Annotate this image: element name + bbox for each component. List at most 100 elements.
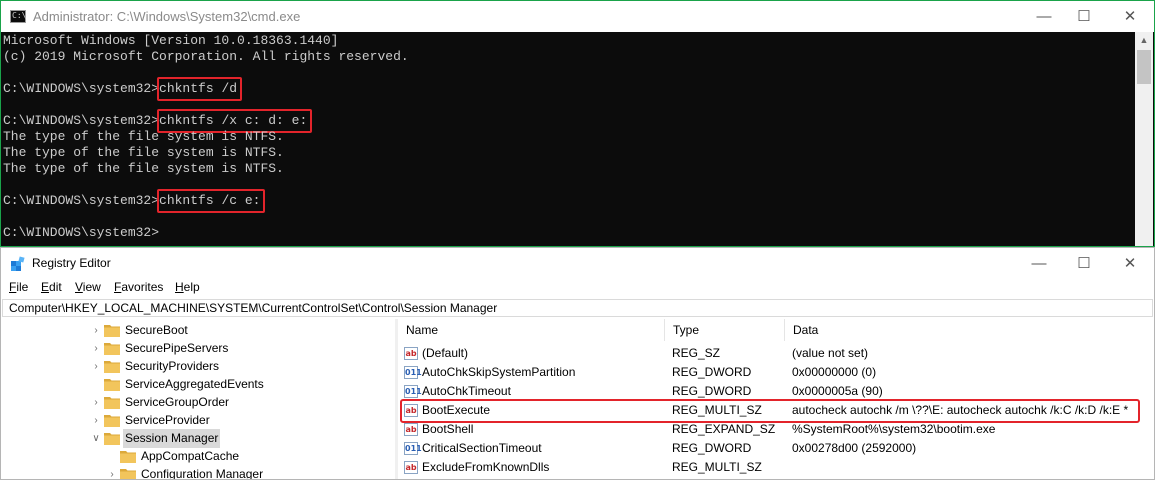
folder-icon — [104, 343, 120, 355]
scroll-up-icon[interactable]: ▲ — [1135, 32, 1153, 49]
value-data: 0x00000000 (0) — [792, 365, 877, 379]
string-value-icon: ab — [404, 404, 418, 417]
menu-help[interactable]: Help — [175, 280, 200, 294]
value-row[interactable]: ab BootShell REG_EXPAND_SZ %SystemRoot%\sys… — [398, 420, 1154, 439]
list-header: Name Type Data — [398, 319, 1154, 341]
tree-item-label: ServiceGroupOrder — [125, 395, 230, 409]
console-line: C:\WINDOWS\system32> — [3, 225, 159, 241]
folder-icon — [120, 469, 136, 479]
value-type: REG_DWORD — [672, 441, 752, 455]
value-name: BootExecute — [422, 403, 491, 417]
value-name: BootShell — [422, 422, 474, 436]
value-name: AutoChkSkipSystemPartition — [422, 365, 576, 379]
tree-item-label: ServiceAggregatedEvents — [125, 377, 264, 391]
value-row[interactable]: 011 CriticalSectionTimeout REG_DWORD 0x0027… — [398, 439, 1154, 458]
folder-icon — [120, 451, 136, 463]
menu-bar: File Edit View Favorites Help — [1, 279, 1154, 297]
value-name: CriticalSectionTimeout — [422, 441, 542, 455]
cmd-app-icon: C:\ — [10, 10, 26, 23]
chevron-right-icon[interactable]: › — [90, 339, 102, 358]
value-type: REG_MULTI_SZ — [672, 403, 762, 417]
tree-item-label: SecurePipeServers — [125, 341, 229, 355]
tree-item-label: Configuration Manager — [141, 467, 264, 479]
chevron-down-icon[interactable]: ∨ — [90, 429, 102, 448]
string-value-icon: ab — [404, 347, 418, 360]
value-name: (Default) — [422, 346, 469, 360]
console-command: chkntfs /c e: — [159, 193, 261, 208]
binary-value-icon: 011 — [404, 442, 422, 455]
chevron-right-icon[interactable]: › — [106, 465, 118, 479]
console-line: C:\WINDOWS\system32>chkntfs /d — [3, 81, 237, 97]
string-value-icon: ab — [404, 461, 418, 474]
binary-value-icon: 011 — [404, 366, 422, 379]
chevron-right-icon[interactable]: › — [90, 393, 102, 412]
console-line: The type of the file system is NTFS. — [3, 129, 284, 144]
value-data: 0x00278d00 (2592000) — [792, 441, 917, 455]
registry-editor-window: Registry Editor — ☐ ✕ File Edit View Fav… — [0, 247, 1155, 480]
console-line: The type of the file system is NTFS. — [3, 161, 284, 176]
menu-edit[interactable]: Edit — [41, 280, 62, 294]
binary-value-icon: 011 — [404, 385, 422, 398]
chevron-right-icon[interactable]: › — [90, 357, 102, 376]
regedit-app-icon — [11, 256, 25, 271]
cmd-window-title: Administrator: C:\Windows\System32\cmd.e… — [33, 9, 301, 24]
menu-view[interactable]: View — [75, 280, 101, 294]
value-type: REG_EXPAND_SZ — [672, 422, 776, 436]
menu-file[interactable]: File — [9, 280, 28, 294]
folder-icon — [104, 325, 120, 337]
console-prompt: C:\WINDOWS\system32> — [3, 81, 160, 96]
menu-favorites[interactable]: Favorites — [114, 280, 163, 294]
column-header-name[interactable]: Name — [398, 319, 665, 341]
minimize-icon[interactable]: — — [1016, 248, 1062, 279]
column-header-data[interactable]: Data — [785, 319, 1154, 341]
regedit-title-bar[interactable]: Registry Editor — ☐ ✕ — [1, 248, 1154, 278]
column-header-type[interactable]: Type — [665, 319, 785, 341]
string-value-icon: ab — [404, 423, 418, 436]
regedit-window-title: Registry Editor — [32, 256, 111, 270]
console-line: The type of the file system is NTFS. — [3, 145, 284, 160]
tree-item-label: SecureBoot — [125, 323, 188, 337]
close-icon[interactable]: ✕ — [1107, 248, 1153, 279]
folder-icon — [104, 361, 120, 373]
chevron-right-icon[interactable]: › — [90, 321, 102, 340]
maximize-icon[interactable]: ☐ — [1061, 1, 1107, 32]
value-row[interactable]: ab ExcludeFromKnownDlls REG_MULTI_SZ — [398, 458, 1154, 477]
close-icon[interactable]: ✕ — [1107, 1, 1153, 32]
folder-icon — [104, 379, 120, 391]
console-prompt: C:\WINDOWS\system32> — [3, 193, 160, 208]
console-command: chkntfs /d — [159, 81, 238, 96]
folder-icon — [104, 433, 120, 445]
value-data: (value not set) — [792, 346, 869, 360]
console-command: chkntfs /x c: d: e: — [159, 113, 308, 128]
value-row[interactable]: 011 AutoChkSkipSystemPartition REG_DWORD 0x… — [398, 363, 1154, 382]
address-path: Computer\HKEY_LOCAL_MACHINE\SYSTEM\Curre… — [9, 301, 498, 315]
maximize-icon[interactable]: ☐ — [1061, 248, 1107, 279]
cmd-window: C:\ Administrator: C:\Windows\System32\c… — [0, 0, 1155, 247]
console-line: (c) 2019 Microsoft Corporation. All righ… — [3, 49, 409, 64]
value-type: REG_MULTI_SZ — [672, 460, 762, 474]
tree-item-label: AppCompatCache — [141, 449, 240, 463]
values-list[interactable]: Name Type Data ab (Default) REG_SZ (value n… — [398, 319, 1154, 479]
value-data: %SystemRoot%\system32\bootim.exe — [792, 422, 996, 436]
key-tree[interactable]: › SecureBoot › SecurePipeServers › SecurityPr… — [2, 319, 395, 479]
console-prompt: C:\WINDOWS\system32> — [3, 113, 160, 128]
value-row[interactable]: ab BootExecute REG_MULTI_SZ autocheck autoc… — [398, 399, 1154, 423]
value-name: ExcludeFromKnownDlls — [422, 460, 550, 474]
cmd-title-bar[interactable]: C:\ Administrator: C:\Windows\System32\c… — [1, 1, 1154, 32]
folder-icon — [104, 397, 120, 409]
folder-icon — [104, 415, 120, 427]
chevron-right-icon[interactable]: › — [90, 411, 102, 430]
console-scrollbar[interactable]: ▲ — [1135, 32, 1153, 246]
value-data: autocheck autochk /m \??\E: autocheck au… — [792, 403, 1129, 417]
console-line: C:\WINDOWS\system32>chkntfs /c e: — [3, 193, 260, 209]
value-type: REG_DWORD — [672, 365, 752, 379]
value-type: REG_SZ — [672, 346, 721, 360]
console-prompt: C:\WINDOWS\system32> — [3, 225, 160, 240]
console-output[interactable]: Microsoft Windows [Version 10.0.18363.14… — [1, 32, 1136, 246]
scroll-thumb[interactable] — [1137, 50, 1151, 84]
console-line: C:\WINDOWS\system32>chkntfs /x c: d: e: — [3, 113, 307, 129]
address-bar[interactable]: Computer\HKEY_LOCAL_MACHINE\SYSTEM\Curre… — [2, 299, 1153, 317]
tree-item-label: ServiceProvider — [125, 413, 210, 427]
console-line: Microsoft Windows [Version 10.0.18363.14… — [3, 33, 339, 48]
value-row[interactable]: ab (Default) REG_SZ (value not set) — [398, 344, 1154, 363]
